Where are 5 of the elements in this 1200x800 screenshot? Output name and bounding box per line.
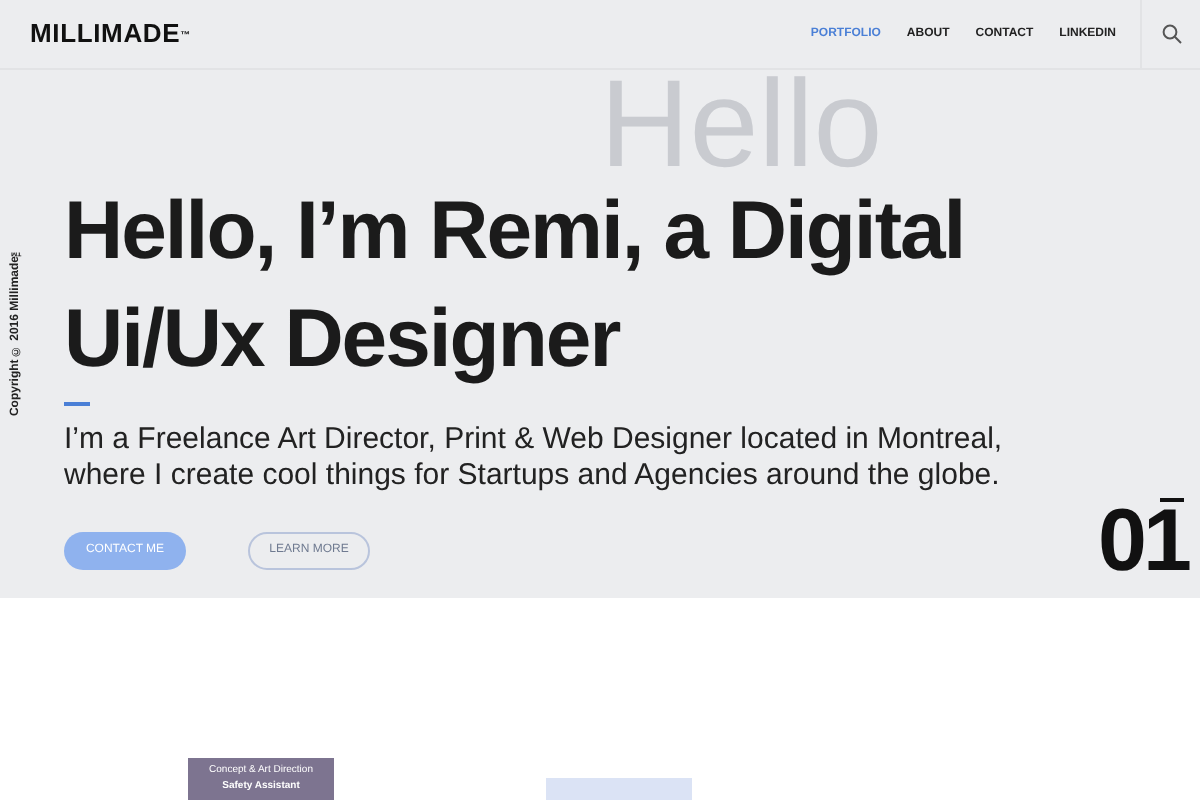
slide-number: 01 bbox=[1098, 502, 1188, 582]
headline: Hello, I’m Remi, a Digital Ui/Ux Designer bbox=[64, 182, 967, 388]
logo[interactable]: MILLIMADE$^{™}$ bbox=[30, 14, 191, 54]
search-icon[interactable] bbox=[1161, 24, 1181, 44]
intro-text: I’m a Freelance Art Director, Print & Web Designer located in Montreal, where I create cool things for Startups and Agencies around the globe. bbox=[64, 422, 1005, 494]
